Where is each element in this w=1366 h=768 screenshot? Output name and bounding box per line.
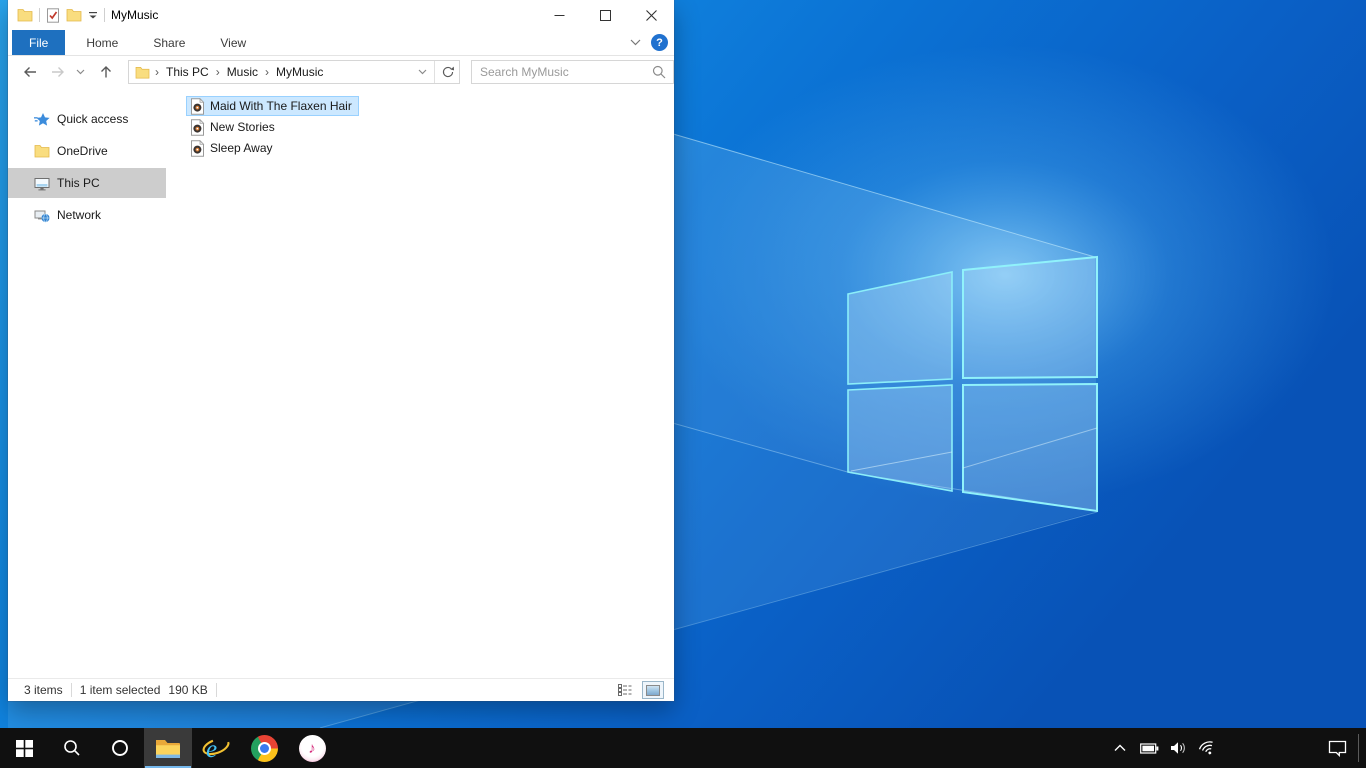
this-pc-monitor-icon — [34, 177, 50, 190]
status-item-count: 3 items — [24, 683, 63, 697]
tray-chevron-up-icon[interactable] — [1110, 728, 1130, 768]
folder-icon — [135, 66, 150, 78]
file-name: Sleep Away — [210, 141, 273, 155]
tab-file[interactable]: File — [12, 30, 66, 55]
sidebar-item-label: Network — [57, 208, 102, 222]
separator — [104, 8, 105, 22]
properties-check-icon[interactable] — [46, 7, 60, 23]
qat-dropdown-icon[interactable] — [88, 11, 98, 20]
breadcrumb-mymusic[interactable]: MyMusic — [270, 61, 329, 83]
internet-explorer-button[interactable]: e — [192, 728, 240, 768]
action-center-icon — [1328, 740, 1346, 757]
close-button[interactable] — [628, 0, 674, 30]
quick-access-toolbar — [8, 7, 105, 23]
sidebar-item-this-pc[interactable]: This PC — [8, 168, 166, 198]
show-desktop-button[interactable] — [1358, 734, 1359, 762]
audio-file-icon — [191, 139, 205, 157]
taskbar-file-explorer-button[interactable] — [144, 728, 192, 768]
chrome-icon — [250, 734, 278, 762]
tab-view[interactable]: View — [206, 30, 260, 55]
address-row: › This PC › Music › MyMusic — [8, 56, 674, 88]
file-list: Maid With The Flaxen Hair New Stories Sl… — [166, 88, 674, 678]
audio-file-icon — [191, 97, 205, 115]
breadcrumb-this-pc[interactable]: This PC — [160, 61, 215, 83]
tab-home[interactable]: Home — [72, 30, 132, 55]
action-center-button[interactable] — [1320, 728, 1354, 768]
navigation-pane: Quick access OneDrive This PC Network — [8, 88, 166, 678]
search-box — [471, 60, 674, 84]
file-explorer-icon — [156, 739, 180, 758]
window-body: Quick access OneDrive This PC Network Ma… — [8, 88, 674, 678]
up-icon[interactable] — [96, 64, 116, 80]
chrome-button[interactable] — [240, 728, 288, 768]
sidebar-item-label: Quick access — [57, 112, 129, 126]
forward-icon[interactable] — [48, 64, 68, 80]
breadcrumb-music[interactable]: Music — [221, 61, 264, 83]
search-icon — [64, 740, 80, 756]
status-bar: 3 items 1 item selected 190 KB — [8, 678, 674, 701]
onedrive-folder-icon — [34, 145, 50, 158]
music-note-icon: ♪ — [308, 739, 316, 757]
start-button[interactable] — [0, 728, 48, 768]
cortana-button[interactable] — [96, 728, 144, 768]
sidebar-item-network[interactable]: Network — [8, 200, 166, 230]
file-item[interactable]: New Stories — [186, 117, 282, 137]
app-folder-icon — [17, 9, 33, 22]
sidebar-item-label: This PC — [57, 176, 100, 190]
itunes-button[interactable]: ♪ — [288, 728, 336, 768]
start-icon — [15, 739, 33, 757]
svg-text:e: e — [206, 736, 217, 763]
window-controls — [536, 0, 674, 30]
new-folder-icon[interactable] — [66, 8, 82, 22]
sidebar-item-onedrive[interactable]: OneDrive — [8, 136, 166, 166]
battery-icon[interactable] — [1139, 728, 1159, 768]
sidebar-item-quick-access[interactable]: Quick access — [8, 104, 166, 134]
address-dropdown-chevron-icon[interactable] — [412, 69, 432, 75]
network-icon — [34, 210, 50, 222]
refresh-icon[interactable] — [437, 65, 459, 79]
audio-file-icon — [191, 118, 205, 136]
status-selection-info: 1 item selected — [79, 683, 161, 697]
details-view-icon[interactable] — [614, 681, 636, 699]
taskbar: e ♪ — [0, 728, 1366, 768]
file-item[interactable]: Sleep Away — [186, 138, 280, 158]
internet-explorer-icon: e — [202, 736, 230, 763]
file-item[interactable]: Maid With The Flaxen Hair — [186, 96, 359, 116]
cortana-icon — [112, 740, 128, 756]
wifi-icon[interactable] — [1197, 728, 1217, 768]
maximize-button[interactable] — [582, 0, 628, 30]
file-name: Maid With The Flaxen Hair — [210, 99, 352, 113]
back-icon[interactable] — [20, 64, 40, 80]
window-title: MyMusic — [111, 8, 159, 22]
separator — [434, 61, 435, 83]
sidebar-item-label: OneDrive — [57, 144, 108, 158]
title-bar[interactable]: MyMusic — [8, 0, 674, 30]
help-icon[interactable]: ? — [651, 34, 668, 51]
separator — [215, 683, 217, 697]
ribbon-tab-row: File Home Share View ? — [8, 30, 674, 56]
expand-ribbon-chevron-icon[interactable] — [630, 39, 641, 46]
tab-share[interactable]: Share — [139, 30, 199, 55]
minimize-button[interactable] — [536, 0, 582, 30]
magnifier-icon[interactable] — [645, 65, 673, 79]
separator — [39, 8, 40, 22]
recent-locations-chevron-icon[interactable] — [74, 69, 86, 75]
quick-access-star-icon — [34, 112, 50, 126]
thumbnail-view-icon[interactable] — [642, 681, 664, 699]
itunes-icon: ♪ — [298, 734, 326, 762]
status-selection-size: 190 KB — [168, 683, 208, 697]
system-tray — [1110, 728, 1217, 768]
file-name: New Stories — [210, 120, 275, 134]
taskbar-search-button[interactable] — [48, 728, 96, 768]
search-input[interactable] — [472, 62, 645, 82]
volume-icon[interactable] — [1168, 728, 1188, 768]
address-bar[interactable]: › This PC › Music › MyMusic — [128, 60, 460, 84]
file-explorer-window: MyMusic File Home Share View ? › This PC… — [8, 0, 674, 701]
